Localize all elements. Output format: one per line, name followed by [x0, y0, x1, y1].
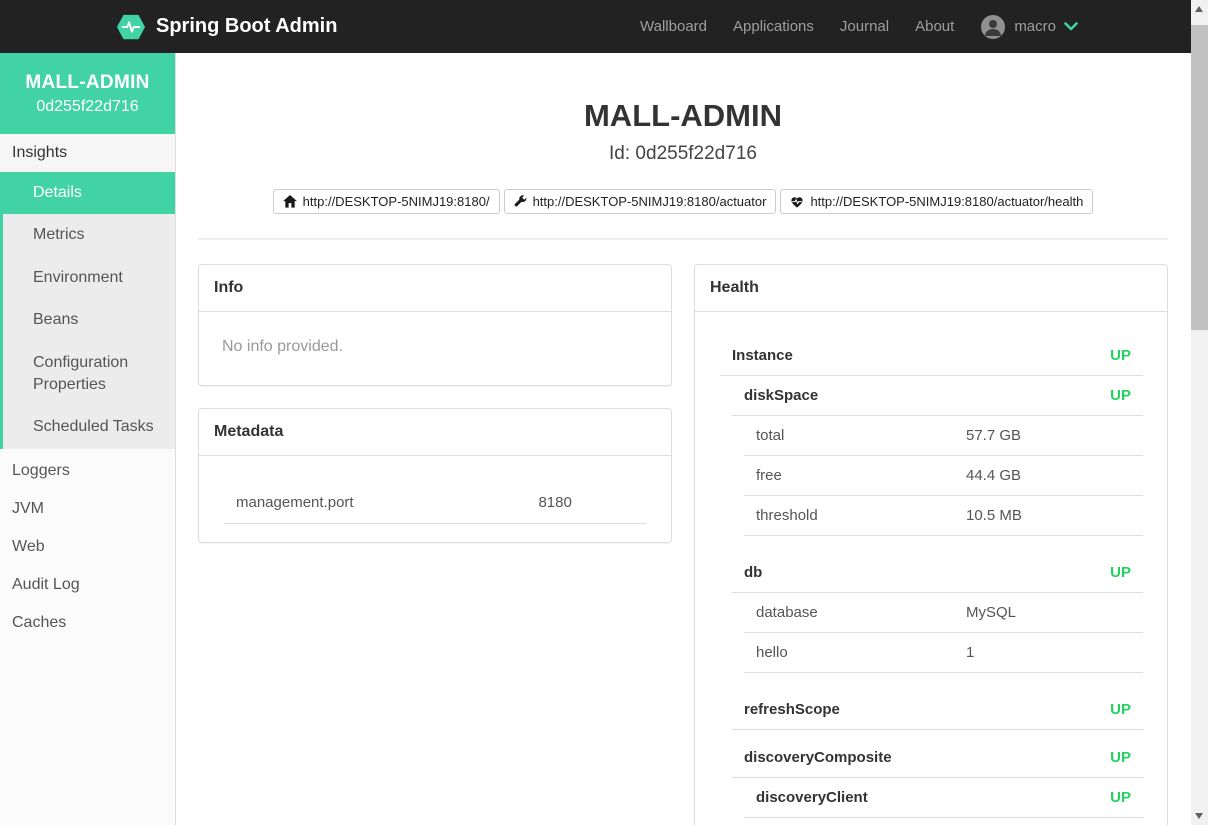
health-kv-free: free 44.4 GB: [744, 456, 1143, 496]
management-url-link[interactable]: http://DESKTOP-5NIMJ19:8180/actuator: [504, 189, 777, 214]
sidebar-app-name: MALL-ADMIN: [4, 72, 171, 94]
health-row-instance: Instance UP: [720, 336, 1143, 376]
status-badge: UP: [1110, 701, 1131, 718]
scrollbar-thumb[interactable]: [1191, 25, 1208, 330]
sidebar-item-web[interactable]: Web: [0, 528, 175, 566]
instance-url-tags: http://DESKTOP-5NIMJ19:8180/ http://DESK…: [198, 189, 1168, 214]
scrollbar-up-arrow-icon[interactable]: [1195, 6, 1203, 12]
status-badge: UP: [1110, 749, 1131, 766]
navbar-menu: Wallboard Applications Journal About mac…: [640, 14, 1078, 40]
heartbeat-icon: [790, 195, 804, 208]
page-id: Id: 0d255f22d716: [198, 143, 1168, 165]
metadata-key: management.port: [236, 494, 538, 511]
health-url-link[interactable]: http://DESKTOP-5NIMJ19:8180/actuator/hea…: [780, 189, 1093, 214]
chevron-down-icon: [1064, 22, 1078, 31]
sidebar-app-id: 0d255f22d716: [4, 98, 171, 116]
sidebar-insights-subnav: Details Metrics Environment Beans Config…: [0, 172, 175, 449]
sidebar-item-loggers[interactable]: Loggers: [0, 452, 175, 490]
sidebar-item-audit-log[interactable]: Audit Log: [0, 566, 175, 604]
metadata-panel: Metadata management.port 8180: [198, 408, 672, 543]
home-icon: [283, 195, 297, 208]
info-panel-title: Info: [199, 265, 671, 312]
nav-about[interactable]: About: [915, 18, 954, 35]
sidebar-item-caches[interactable]: Caches: [0, 604, 175, 642]
divider: [198, 238, 1168, 240]
health-kv-hello: hello 1: [744, 633, 1143, 673]
sidebar-root-items: Loggers JVM Web Audit Log Caches: [0, 452, 175, 642]
sidebar-item-beans[interactable]: Beans: [3, 299, 175, 341]
user-menu[interactable]: macro: [980, 14, 1078, 40]
sidebar-app-header[interactable]: MALL-ADMIN 0d255f22d716: [0, 53, 175, 134]
info-panel: Info No info provided.: [198, 264, 672, 386]
user-avatar-icon: [980, 14, 1006, 40]
sidebar-item-details[interactable]: Details: [3, 172, 175, 214]
status-badge: UP: [1110, 387, 1131, 404]
brand[interactable]: Spring Boot Admin: [116, 12, 337, 42]
sidebar-item-environment[interactable]: Environment: [3, 257, 175, 299]
top-navbar: Spring Boot Admin Wallboard Applications…: [0, 0, 1208, 53]
user-name: macro: [1014, 18, 1056, 35]
brand-title: Spring Boot Admin: [156, 15, 337, 38]
sidebar-item-metrics[interactable]: Metrics: [3, 214, 175, 256]
health-kv-database: database MySQL: [744, 593, 1143, 633]
health-row-db: db UP: [732, 553, 1143, 593]
health-row-discoveryclient: discoveryClient UP: [744, 778, 1143, 818]
metadata-row: management.port 8180: [224, 482, 646, 524]
status-badge: UP: [1110, 564, 1131, 581]
status-badge: UP: [1110, 347, 1131, 364]
metadata-value: 8180: [538, 494, 634, 511]
vertical-scrollbar[interactable]: [1191, 0, 1208, 825]
sidebar-item-scheduled-tasks[interactable]: Scheduled Tasks: [3, 406, 175, 448]
health-row-diskspace: diskSpace UP: [732, 376, 1143, 416]
sidebar-item-jvm[interactable]: JVM: [0, 490, 175, 528]
status-badge: UP: [1110, 789, 1131, 806]
metadata-panel-title: Metadata: [199, 409, 671, 456]
health-row-refreshscope: refreshScope UP: [732, 690, 1143, 730]
info-empty-text: No info provided.: [199, 312, 671, 385]
health-row-discoverycomposite: discoveryComposite UP: [732, 738, 1143, 778]
wrench-icon: [514, 195, 527, 208]
health-kv-threshold: threshold 10.5 MB: [744, 496, 1143, 536]
health-kv-total: total 57.7 GB: [744, 416, 1143, 456]
main-content: MALL-ADMIN Id: 0d255f22d716 http://DESKT…: [176, 53, 1208, 825]
health-panel: Health Instance UP diskSpace UP: [694, 264, 1168, 825]
health-panel-title: Health: [695, 265, 1167, 312]
nav-wallboard[interactable]: Wallboard: [640, 18, 707, 35]
nav-journal[interactable]: Journal: [840, 18, 889, 35]
nav-applications[interactable]: Applications: [733, 18, 814, 35]
page-title: MALL-ADMIN: [198, 98, 1168, 134]
scrollbar-down-arrow-icon[interactable]: [1195, 813, 1203, 819]
sidebar: MALL-ADMIN 0d255f22d716 Insights Details…: [0, 53, 176, 825]
sidebar-item-configuration-properties[interactable]: Configuration Properties: [3, 342, 175, 407]
spring-boot-admin-logo-icon: [116, 12, 146, 42]
service-url-link[interactable]: http://DESKTOP-5NIMJ19:8180/: [273, 189, 500, 214]
sidebar-group-insights[interactable]: Insights: [0, 134, 175, 172]
